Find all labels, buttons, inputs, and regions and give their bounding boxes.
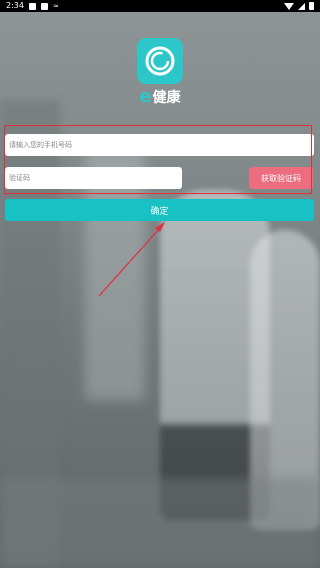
background-floor [0,478,320,568]
battery-icon [309,2,314,10]
status-time: 2:34 [6,1,24,10]
wifi-icon [284,2,294,10]
signal-icon [298,2,305,10]
brand-letter: e [139,86,152,107]
confirm-button[interactable]: 确定 [5,199,314,221]
status-bar: 2:34 ≈ [0,0,320,12]
app-logo-icon [137,38,183,84]
verification-code-input[interactable] [5,167,182,189]
notification-icon [28,2,36,10]
message-icon [40,2,48,10]
get-verification-code-button[interactable]: 获取验证码 [249,167,313,189]
brand-text: 健康 [152,90,181,106]
brand-name: e健康 [0,86,320,107]
phone-number-input[interactable] [5,134,314,156]
login-screen: 2:34 ≈ e健康 获取验证码 确定 [0,0,320,568]
cast-icon: ≈ [52,2,59,10]
